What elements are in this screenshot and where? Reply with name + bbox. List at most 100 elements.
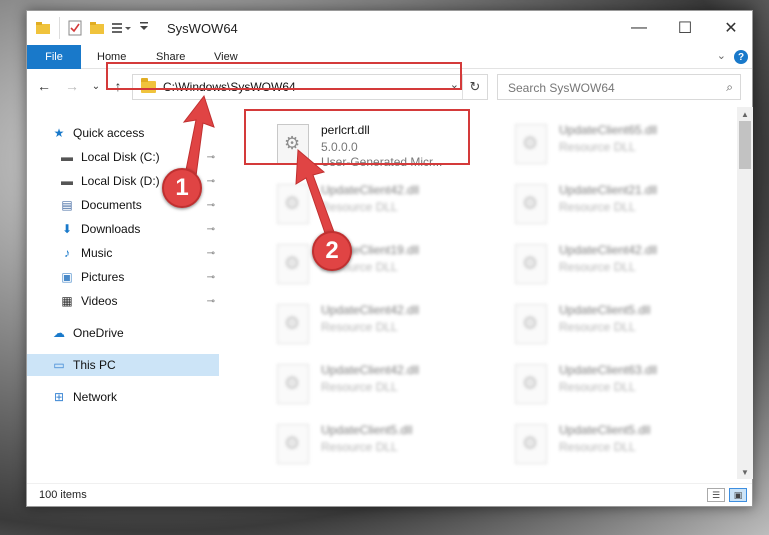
file-version: Resource DLL bbox=[559, 260, 636, 274]
sidebar-item[interactable]: ♪ Music ⊸ bbox=[27, 242, 219, 264]
file-name: UpdateClient5.dll bbox=[321, 423, 413, 437]
help-icon[interactable]: ? bbox=[734, 50, 748, 64]
file-item[interactable]: UpdateClient42.dll Resource DLL bbox=[273, 180, 503, 230]
file-item[interactable]: UpdateClient42.dll Resource DLL bbox=[273, 360, 503, 410]
refresh-button[interactable]: ↻ bbox=[462, 75, 487, 99]
quick-access-dropdown-icon[interactable] bbox=[139, 21, 155, 37]
pin-icon[interactable]: ⊸ bbox=[207, 296, 215, 307]
dll-file-icon bbox=[515, 124, 547, 164]
dll-file-icon bbox=[277, 244, 309, 284]
file-item[interactable]: UpdateClient5.dll Resource DLL bbox=[511, 420, 737, 470]
maximize-button[interactable]: ☐ bbox=[662, 11, 708, 45]
dll-file-icon bbox=[515, 244, 547, 284]
scroll-down-icon[interactable]: ▼ bbox=[737, 465, 753, 479]
file-item[interactable]: UpdateClient5.dll Resource DLL bbox=[511, 300, 737, 350]
divider bbox=[59, 17, 60, 39]
dll-file-icon bbox=[277, 424, 309, 464]
file-version: Resource DLL bbox=[559, 320, 636, 334]
annotation-badge-2: 2 bbox=[312, 231, 352, 271]
expand-ribbon-icon[interactable]: ⌄ bbox=[717, 49, 726, 62]
file-item[interactable]: UpdateClient65.dll Resource DLL bbox=[511, 120, 737, 170]
download-icon: ⬇ bbox=[61, 222, 73, 236]
file-name: UpdateClient42.dll bbox=[321, 303, 420, 317]
pin-icon[interactable]: ⊸ bbox=[207, 176, 215, 187]
annotation-badge-1: 1 bbox=[162, 168, 202, 208]
file-name: UpdateClient63.dll bbox=[559, 363, 658, 377]
address-highlight-box bbox=[106, 62, 462, 90]
sidebar-item[interactable]: ▣ Pictures ⊸ bbox=[27, 266, 219, 288]
search-input[interactable]: Search SysWOW64 bbox=[508, 81, 615, 95]
tab-file[interactable]: File bbox=[27, 45, 81, 69]
search-box[interactable]: Search SysWOW64 ⌕ bbox=[497, 74, 741, 100]
file-version: Resource DLL bbox=[559, 380, 636, 394]
dll-file-icon bbox=[277, 304, 309, 344]
sidebar-item[interactable]: ⬇ Downloads ⊸ bbox=[27, 218, 219, 240]
sidebar-item-label: Local Disk (D:) bbox=[81, 174, 160, 188]
dll-file-icon bbox=[277, 184, 309, 224]
sidebar-item[interactable]: ▭ This PC bbox=[27, 354, 219, 376]
file-name: UpdateClient5.dll bbox=[559, 423, 651, 437]
file-item[interactable]: UpdateClient42.dll Resource DLL bbox=[273, 300, 503, 350]
file-item[interactable]: UpdateClient21.dll Resource DLL bbox=[511, 180, 737, 230]
file-version: Resource DLL bbox=[321, 200, 398, 214]
pin-icon[interactable]: ⊸ bbox=[207, 152, 215, 163]
drive-icon: ▬ bbox=[61, 150, 73, 164]
file-version: Resource DLL bbox=[559, 140, 636, 154]
new-folder-icon[interactable] bbox=[89, 20, 105, 36]
close-button[interactable]: ✕ bbox=[708, 11, 754, 45]
properties-icon[interactable] bbox=[67, 20, 83, 36]
dll-file-icon bbox=[515, 304, 547, 344]
file-item[interactable]: UpdateClient63.dll Resource DLL bbox=[511, 360, 737, 410]
recent-locations-button[interactable]: ⌄ bbox=[87, 77, 105, 95]
dll-file-icon bbox=[515, 364, 547, 404]
file-item[interactable]: UpdateClient19.dllResource DLL bbox=[273, 240, 503, 290]
file-name: UpdateClient42.dll bbox=[321, 183, 420, 197]
file-version: Resource DLL bbox=[321, 380, 398, 394]
sidebar-item-label: Network bbox=[73, 390, 118, 404]
scroll-thumb[interactable] bbox=[739, 121, 751, 169]
drive-icon: ▬ bbox=[61, 174, 73, 188]
minimize-button[interactable]: — bbox=[616, 11, 662, 45]
file-item[interactable]: UpdateClient5.dll Resource DLL bbox=[273, 420, 503, 470]
videos-icon: ▦ bbox=[61, 294, 73, 308]
sidebar-item[interactable]: ⊞ Network bbox=[27, 386, 219, 408]
status-bar: 100 items ☰ ▣ bbox=[27, 483, 752, 507]
pictures-icon: ▣ bbox=[61, 270, 73, 284]
item-count: 100 items bbox=[39, 489, 87, 501]
file-name: UpdateClient65.dll bbox=[559, 123, 658, 137]
pin-icon[interactable]: ⊸ bbox=[207, 272, 215, 283]
file-highlight-box bbox=[244, 109, 470, 165]
file-name: UpdateClient42.dll bbox=[559, 243, 658, 257]
documents-icon: ▤ bbox=[61, 198, 73, 212]
folder-icon bbox=[35, 20, 51, 36]
vertical-scrollbar[interactable]: ▲ ▼ bbox=[737, 107, 753, 479]
sidebar-item[interactable]: ▦ Videos ⊸ bbox=[27, 290, 219, 312]
search-icon[interactable]: ⌕ bbox=[726, 80, 733, 95]
file-item[interactable]: UpdateClient42.dll Resource DLL bbox=[511, 240, 737, 290]
window-title: SysWOW64 bbox=[167, 21, 238, 36]
file-name: UpdateClient21.dll bbox=[559, 183, 658, 197]
file-version: Resource DLL bbox=[559, 200, 636, 214]
sidebar-item-label: Documents bbox=[81, 198, 142, 212]
sidebar-item-label: Music bbox=[81, 246, 113, 260]
sidebar-item-label: Downloads bbox=[81, 222, 141, 236]
file-version: Resource DLL bbox=[321, 440, 398, 454]
details-view-icon[interactable]: ☰ bbox=[707, 488, 725, 502]
back-button[interactable]: ← bbox=[35, 77, 53, 95]
dll-file-icon bbox=[277, 364, 309, 404]
large-icons-view-icon[interactable]: ▣ bbox=[729, 488, 747, 502]
forward-button[interactable]: → bbox=[63, 77, 81, 95]
pin-icon[interactable]: ⊸ bbox=[207, 224, 215, 235]
sidebar-item[interactable]: ▬ Local Disk (C:) ⊸ bbox=[27, 146, 219, 168]
cloud-icon: ☁ bbox=[53, 326, 65, 340]
pin-icon[interactable]: ⊸ bbox=[207, 248, 215, 259]
customize-toolbar-icon[interactable] bbox=[111, 20, 131, 36]
sidebar-item[interactable]: ★ Quick access bbox=[27, 122, 219, 144]
sidebar-item-label: Pictures bbox=[81, 270, 125, 284]
pin-icon[interactable]: ⊸ bbox=[207, 200, 215, 211]
sidebar-item[interactable]: ☁ OneDrive bbox=[27, 322, 219, 344]
scroll-up-icon[interactable]: ▲ bbox=[737, 107, 753, 121]
sidebar-item-label: Videos bbox=[81, 294, 118, 308]
sidebar-item-label: Local Disk (C:) bbox=[81, 150, 160, 164]
dll-file-icon bbox=[515, 424, 547, 464]
